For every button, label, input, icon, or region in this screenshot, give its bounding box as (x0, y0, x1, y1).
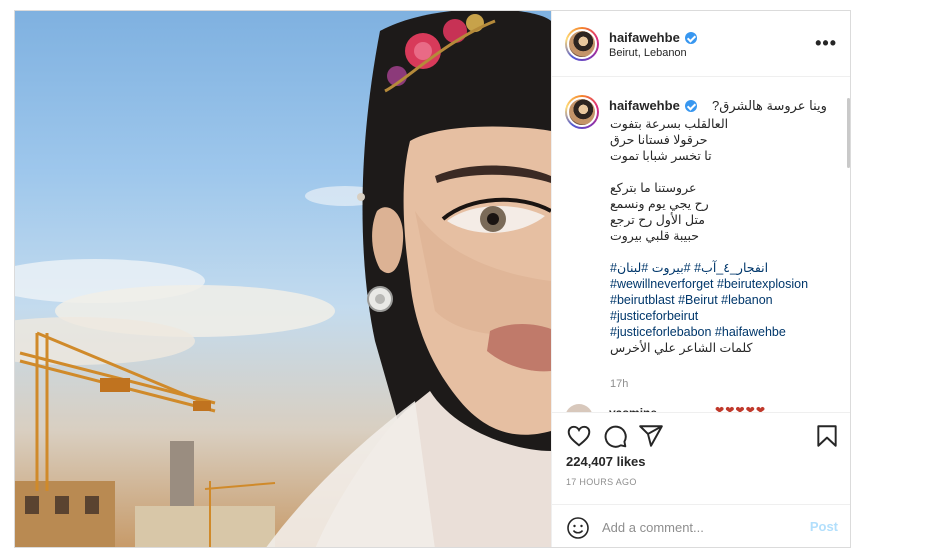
caption-avatar[interactable] (565, 95, 599, 129)
caption-line: العالقلب بسرعة بتفوت (610, 117, 729, 131)
avatar[interactable] (565, 404, 593, 412)
post-side-panel: haifawehbe Beirut, Lebanon ••• haifawehb… (551, 11, 850, 547)
share-icon[interactable] (638, 423, 664, 449)
header-username[interactable]: haifawehbe (609, 30, 680, 45)
more-options-icon[interactable]: ••• (815, 33, 837, 54)
post-comment-button[interactable]: Post (810, 519, 838, 534)
verified-badge-icon (684, 31, 697, 44)
caption-first-line: وينا عروسة هالشرق? (712, 98, 827, 113)
hashtag-line[interactable]: #beirutblast #Beirut #lebanon (610, 292, 840, 308)
comment-item: yasmine ❤❤❤❤❤ (565, 404, 845, 412)
avatar[interactable] (565, 27, 599, 61)
header-location[interactable]: Beirut, Lebanon (609, 47, 687, 59)
verified-badge-icon (684, 99, 697, 112)
comment-input[interactable] (602, 517, 802, 537)
heart-icon[interactable] (566, 423, 592, 449)
comment-text: ❤❤❤❤❤ (715, 405, 767, 412)
caption-username-row: haifawehbe (609, 98, 697, 113)
likes-count[interactable]: 224,407 likes (566, 454, 646, 469)
smile-icon[interactable] (566, 516, 590, 540)
post-timestamp[interactable]: 17 HOURS AGO (566, 477, 637, 487)
hashtag-line[interactable]: #justiceforbeirut (610, 308, 840, 324)
post-photo[interactable] (15, 11, 551, 547)
caption-body: العالقلب بسرعة بتفوت حرقولا فستانا حرق ت… (610, 116, 840, 356)
comments-area[interactable]: haifawehbe وينا عروسة هالشرق? العالقلب ب… (552, 78, 850, 412)
action-bar (552, 412, 850, 458)
hashtag-line[interactable]: انفجار_٤_آب# #بيروت #لبنان# (610, 260, 840, 276)
post-card: haifawehbe Beirut, Lebanon ••• haifawehb… (14, 10, 851, 548)
caption-line: حرقولا فستانا حرق (610, 133, 708, 147)
header-username-row: haifawehbe (609, 30, 697, 45)
comment-icon[interactable] (602, 423, 628, 449)
caption-line: تا تخسر شبابا تموت (610, 149, 712, 163)
photo-illustration (15, 11, 551, 547)
hashtag-line[interactable]: #wewillneverforget #beirutexplosion (610, 276, 840, 292)
bookmark-icon[interactable] (814, 423, 840, 449)
caption-time[interactable]: 17h (610, 378, 628, 390)
hashtag-line[interactable]: #justiceforlebabon #haifawehbe (610, 324, 840, 340)
post-header: haifawehbe Beirut, Lebanon ••• (552, 11, 850, 77)
caption-closing: كلمات الشاعر علي الأخرس (610, 341, 753, 355)
caption-line: متل الأول رح ترجع (610, 213, 705, 227)
add-comment-bar: Post (552, 504, 850, 547)
caption-line: حبيبة قلبي بيروت (610, 229, 699, 243)
caption-username[interactable]: haifawehbe (609, 98, 680, 113)
comments-scrollbar[interactable] (847, 98, 850, 168)
caption-line: عروستنا ما بتركع (610, 181, 697, 195)
caption-line: رح يجي يوم ونسمع (610, 197, 709, 211)
